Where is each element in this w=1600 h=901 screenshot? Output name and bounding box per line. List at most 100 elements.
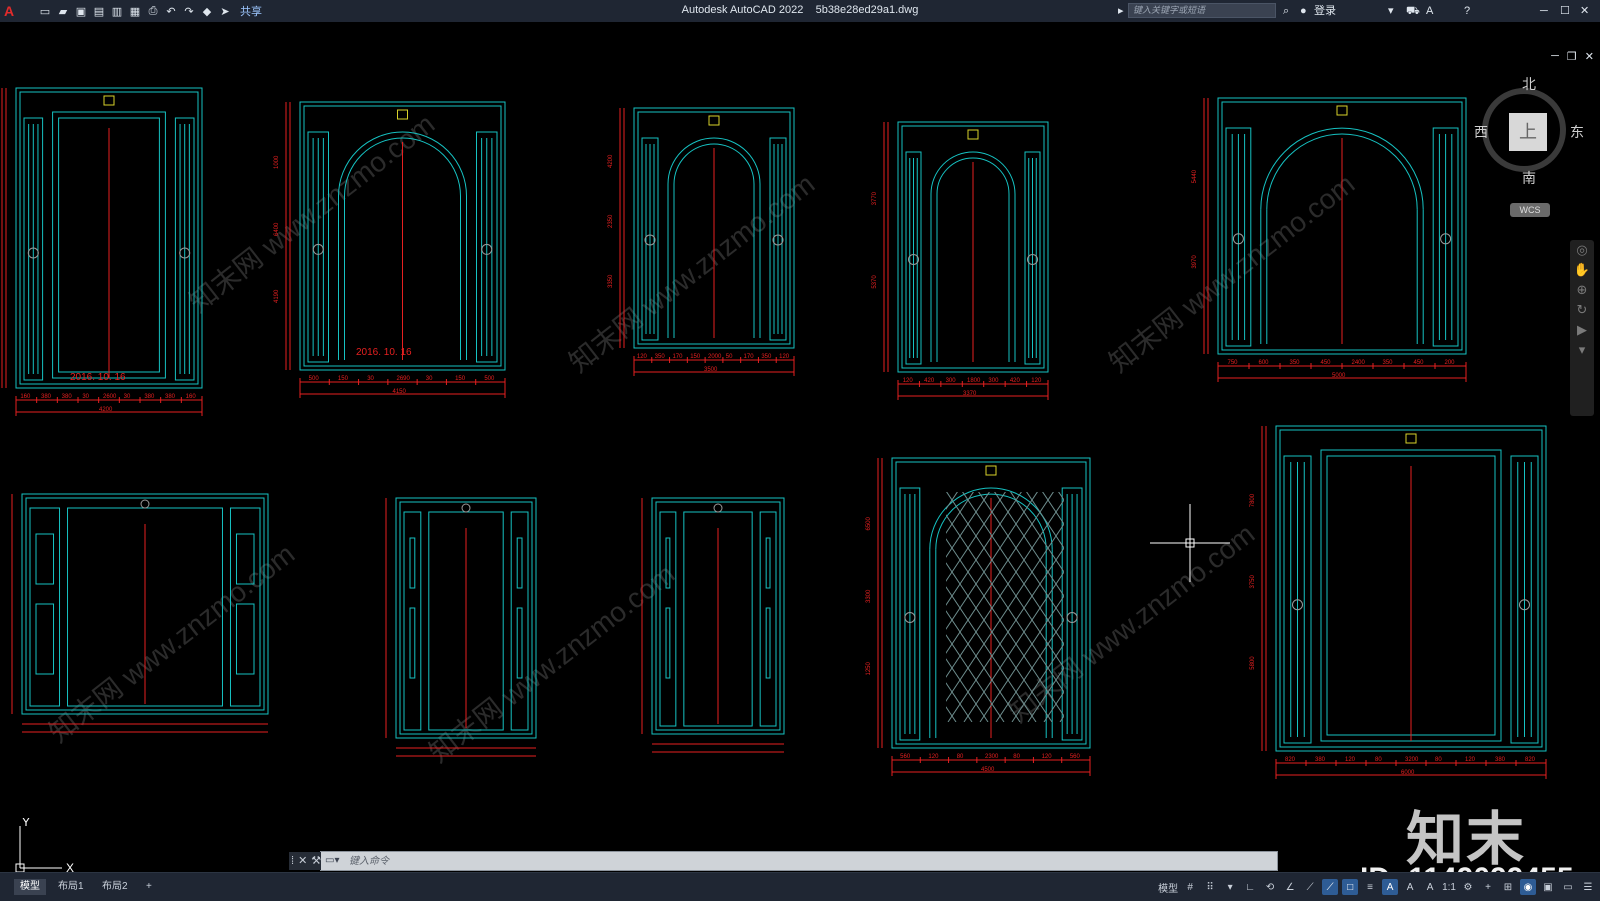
plot-icon[interactable]: ▦ bbox=[128, 4, 142, 18]
dynamic-input-icon[interactable]: ⟲ bbox=[1262, 879, 1278, 895]
hardware-acceleration-icon[interactable]: ▣ bbox=[1540, 879, 1556, 895]
compass-east[interactable]: 东 bbox=[1570, 122, 1584, 142]
svg-text:170: 170 bbox=[744, 354, 755, 360]
help-icon[interactable]: ? bbox=[1464, 3, 1470, 19]
viewport-restore-icon[interactable]: ❐ bbox=[1567, 50, 1577, 63]
viewport-minimize-icon[interactable]: ─ bbox=[1551, 50, 1559, 63]
add-layout-button[interactable]: + bbox=[140, 879, 158, 895]
snap-dropdown-icon[interactable]: ▾ bbox=[1222, 879, 1238, 895]
annotation-scale-icon[interactable]: A bbox=[1422, 879, 1438, 895]
viewport-close-icon[interactable]: ✕ bbox=[1585, 50, 1594, 63]
workspace-gear-icon[interactable]: ⚙ bbox=[1460, 879, 1476, 895]
share-icon[interactable]: ➤ bbox=[218, 4, 232, 18]
zoom-extents-icon[interactable]: ⊕ bbox=[1570, 280, 1594, 300]
annotation-visibility-icon[interactable]: A bbox=[1382, 879, 1399, 895]
workspace-icon[interactable]: ◆ bbox=[200, 4, 214, 18]
drawing-canvas[interactable]: 知末网 www.znzmo.com 知末网 www.znzmo.com 知末网 … bbox=[0, 22, 1600, 895]
redo-icon[interactable]: ↷ bbox=[182, 4, 196, 18]
svg-text:120: 120 bbox=[1042, 754, 1053, 760]
wcs-menu[interactable]: WCS bbox=[1510, 203, 1550, 217]
elevation-drawing: 160 380 380 30 2600 30 380 380 160 4200 bbox=[1, 87, 203, 416]
svg-text:5370: 5370 bbox=[872, 275, 878, 289]
cad-drawing: 160 380 380 30 2600 30 380 380 160 4200 500 150 30 26… bbox=[1, 87, 1547, 779]
lineweight-icon[interactable]: ≡ bbox=[1362, 879, 1378, 895]
clean-screen-icon[interactable]: ▭ bbox=[1560, 879, 1576, 895]
tab-layout2[interactable]: 布局2 bbox=[96, 879, 134, 895]
search-expand-icon[interactable]: ▸ bbox=[1118, 3, 1124, 19]
compass-west[interactable]: 西 bbox=[1474, 122, 1488, 142]
infer-constraints-icon[interactable]: ∟ bbox=[1242, 879, 1258, 895]
svg-text:200: 200 bbox=[1445, 360, 1456, 366]
viewcube-top-face[interactable]: 上 bbox=[1509, 113, 1547, 151]
elevation-drawing: 120 420 300 1800 300 420 120 3370 3770 5370 bbox=[872, 121, 1049, 400]
open-folder-icon[interactable]: ▰ bbox=[56, 4, 70, 18]
svg-text:450: 450 bbox=[1414, 360, 1425, 366]
svg-text:820: 820 bbox=[1285, 757, 1296, 763]
object-snap-icon[interactable]: □ bbox=[1342, 879, 1359, 895]
close-command-line-icon[interactable]: ✕ bbox=[298, 852, 307, 870]
svg-text:2400: 2400 bbox=[1352, 360, 1366, 366]
save-as-icon[interactable]: ▤ bbox=[92, 4, 106, 18]
login-dropdown-icon[interactable]: ▾ bbox=[1388, 3, 1394, 19]
drag-handle-icon[interactable]: ⁞ bbox=[291, 852, 294, 870]
viewcube[interactable]: 上 北 南 东 西 bbox=[1472, 76, 1584, 190]
print-icon[interactable]: ⎙ bbox=[146, 4, 160, 18]
command-input[interactable] bbox=[349, 854, 1249, 868]
svg-text:350: 350 bbox=[761, 354, 772, 360]
autodesk-app-icon[interactable]: A bbox=[1426, 3, 1433, 19]
tab-model[interactable]: 模型 bbox=[14, 879, 46, 895]
close-icon[interactable]: ✕ bbox=[1580, 3, 1589, 19]
save-icon[interactable]: ▣ bbox=[74, 4, 88, 18]
annotation-scale-value[interactable]: 1:1 bbox=[1442, 882, 1456, 893]
units-icon[interactable]: ⊞ bbox=[1500, 879, 1516, 895]
minimize-icon[interactable]: ─ bbox=[1540, 3, 1548, 19]
svg-text:2300: 2300 bbox=[985, 754, 999, 760]
svg-text:6000: 6000 bbox=[1401, 770, 1415, 776]
svg-text:560: 560 bbox=[900, 754, 911, 760]
orbit-icon[interactable]: ↻ bbox=[1570, 300, 1594, 320]
elevation-drawing bbox=[385, 497, 537, 757]
steering-wheel-icon[interactable]: ◎ bbox=[1570, 240, 1594, 260]
app-name: Autodesk AutoCAD 2022 bbox=[681, 4, 804, 16]
customization-menu-icon[interactable]: ☰ bbox=[1580, 879, 1596, 895]
publish-icon[interactable]: ▥ bbox=[110, 4, 124, 18]
search-icon[interactable]: ⌕ bbox=[1283, 3, 1289, 19]
file-name: 5b38e28ed29a1.dwg bbox=[815, 4, 919, 16]
svg-text:3750: 3750 bbox=[1250, 574, 1256, 588]
user-icon[interactable]: ● bbox=[1300, 3, 1307, 19]
command-line: ⁞ ✕ ⚒ ▭▾ bbox=[289, 851, 1278, 871]
svg-text:3770: 3770 bbox=[872, 191, 878, 205]
showmotion-icon[interactable]: ▶ bbox=[1570, 320, 1594, 340]
compass-south[interactable]: 南 bbox=[1522, 168, 1536, 188]
snap-icon[interactable]: ⠿ bbox=[1202, 879, 1218, 895]
svg-text:160: 160 bbox=[186, 394, 197, 400]
compass-north[interactable]: 北 bbox=[1522, 74, 1536, 94]
grid-icon[interactable]: # bbox=[1182, 879, 1198, 895]
svg-text:350: 350 bbox=[1290, 360, 1301, 366]
customize-icon[interactable]: ⚒ bbox=[311, 852, 321, 870]
isodraft-icon[interactable]: ⟋ bbox=[1302, 879, 1318, 895]
svg-text:80: 80 bbox=[1435, 757, 1442, 763]
polar-tracking-icon[interactable]: ∠ bbox=[1282, 879, 1298, 895]
maximize-icon[interactable]: ☐ bbox=[1560, 3, 1570, 19]
undo-icon[interactable]: ↶ bbox=[164, 4, 178, 18]
svg-text:30: 30 bbox=[82, 394, 89, 400]
auto-scale-icon[interactable]: A bbox=[1402, 879, 1418, 895]
isolate-objects-icon[interactable]: ◉ bbox=[1520, 879, 1536, 895]
model-space-label[interactable]: 模型 bbox=[1158, 880, 1178, 895]
svg-text:170: 170 bbox=[672, 354, 683, 360]
command-prompt-icon[interactable]: ▭▾ bbox=[325, 854, 345, 868]
nav-bar-menu-icon[interactable]: ▾ bbox=[1570, 340, 1594, 360]
cart-icon[interactable]: ⛟ bbox=[1406, 3, 1420, 19]
annotation-monitor-icon[interactable]: + bbox=[1480, 879, 1496, 895]
pan-icon[interactable]: ✋ bbox=[1570, 260, 1594, 280]
search-input[interactable] bbox=[1128, 3, 1276, 18]
share-label[interactable]: 共享 bbox=[240, 3, 262, 19]
autocad-logo-icon[interactable]: A bbox=[4, 2, 20, 20]
login-label[interactable]: 登录 bbox=[1314, 3, 1336, 19]
tab-layout1[interactable]: 布局1 bbox=[52, 879, 90, 895]
new-file-icon[interactable]: ▭ bbox=[38, 4, 52, 18]
object-snap-tracking-icon[interactable]: ⟋ bbox=[1322, 879, 1339, 895]
command-line-handle[interactable]: ⁞ ✕ ⚒ bbox=[289, 852, 321, 870]
svg-text:6400: 6400 bbox=[274, 222, 280, 236]
